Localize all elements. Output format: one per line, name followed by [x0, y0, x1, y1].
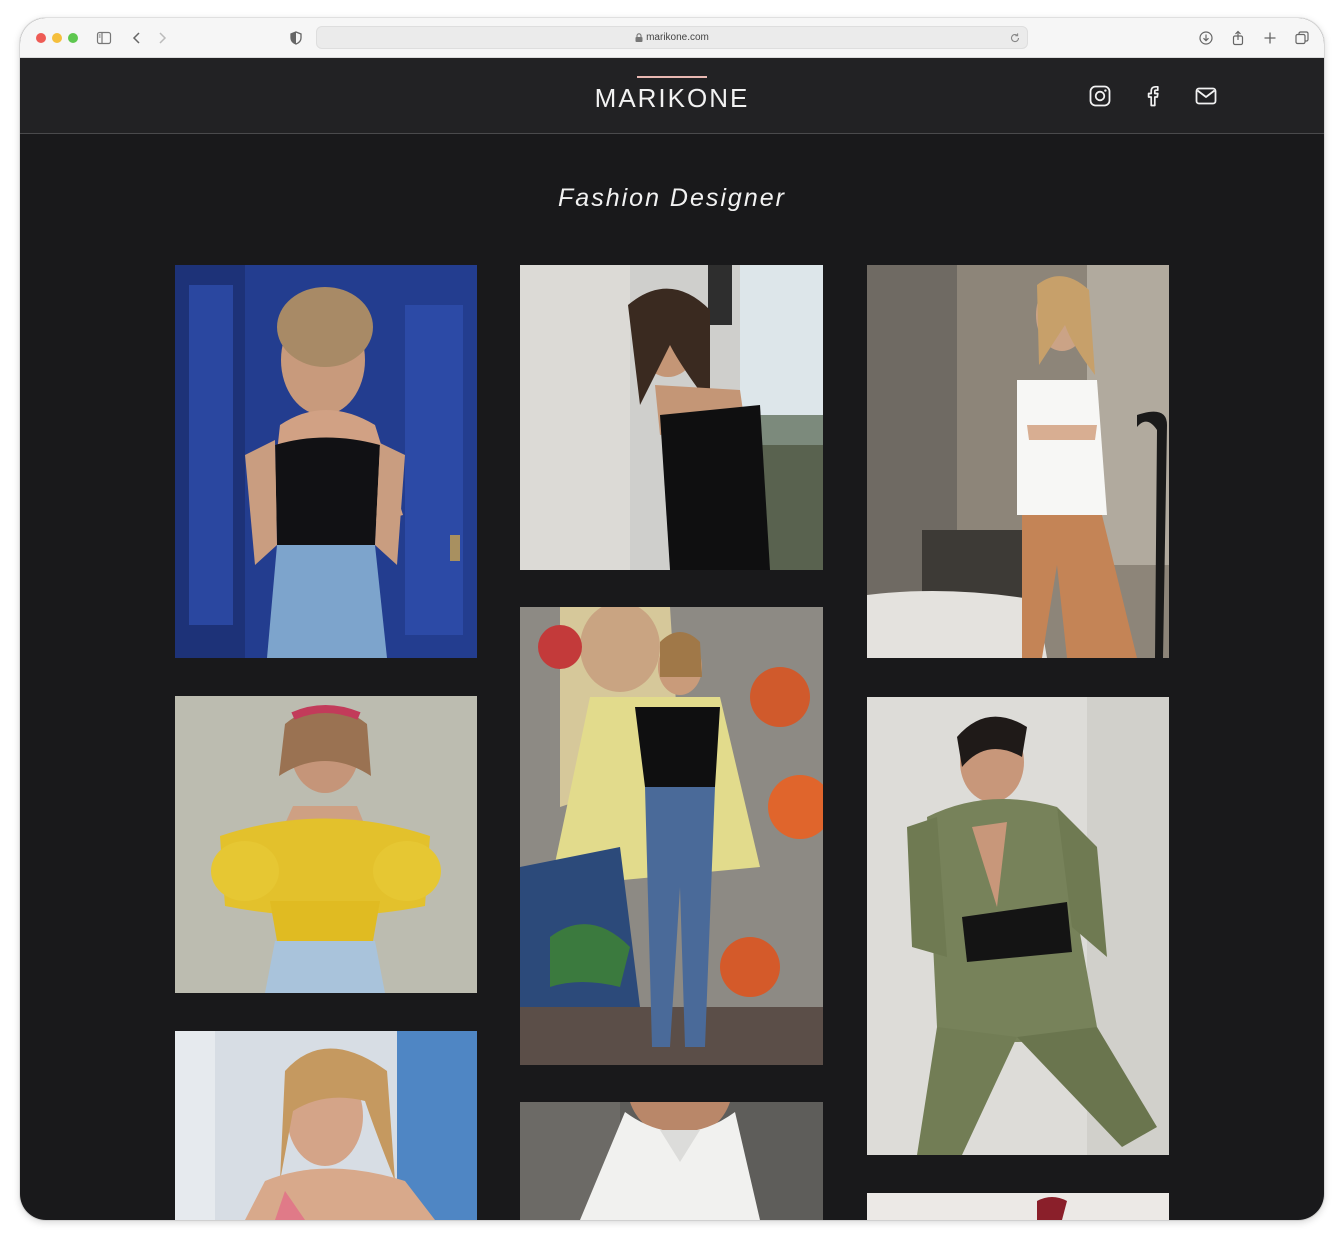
sidebar-toggle-icon[interactable] — [94, 28, 114, 48]
downloads-icon[interactable] — [1196, 28, 1216, 48]
lock-icon — [635, 33, 643, 42]
instagram-icon[interactable] — [1088, 84, 1112, 108]
gallery-photo-white-shirt-tan-trousers[interactable] — [867, 265, 1169, 658]
browser-window: marikone.com MARIKONE Fashion Designer — [20, 18, 1324, 1220]
gallery-photo-partial[interactable] — [867, 1193, 1169, 1220]
reload-icon[interactable] — [1008, 31, 1022, 45]
gallery-photo-green-suit[interactable] — [867, 697, 1169, 1155]
page-title: Fashion Designer — [558, 184, 786, 212]
gallery-photo-white-shirt[interactable] — [520, 1102, 823, 1220]
forward-icon[interactable] — [152, 28, 172, 48]
new-tab-icon[interactable] — [1260, 28, 1280, 48]
close-window-button[interactable] — [36, 33, 46, 43]
gallery-photo-mural[interactable] — [520, 607, 823, 1065]
address-bar[interactable]: marikone.com — [316, 26, 1028, 49]
share-icon[interactable] — [1228, 28, 1248, 48]
site-logo[interactable]: MARIKONE — [572, 83, 772, 114]
logo-accent-line — [637, 76, 707, 78]
gallery-photo-yellow-top[interactable] — [175, 696, 477, 993]
browser-toolbar: marikone.com — [20, 18, 1324, 58]
gallery-photo-blue-door[interactable] — [175, 265, 477, 658]
gallery-photo-black-corset[interactable] — [520, 265, 823, 570]
tab-overview-icon[interactable] — [1292, 28, 1312, 48]
site-header: MARIKONE — [20, 58, 1324, 134]
gallery-photo-blue-wall[interactable] — [175, 1031, 477, 1220]
privacy-shield-icon[interactable] — [286, 28, 306, 48]
back-icon[interactable] — [127, 28, 147, 48]
facebook-icon[interactable] — [1141, 84, 1165, 108]
maximize-window-button[interactable] — [68, 33, 78, 43]
url-text: marikone.com — [646, 32, 709, 43]
mail-icon[interactable] — [1194, 84, 1218, 108]
minimize-window-button[interactable] — [52, 33, 62, 43]
